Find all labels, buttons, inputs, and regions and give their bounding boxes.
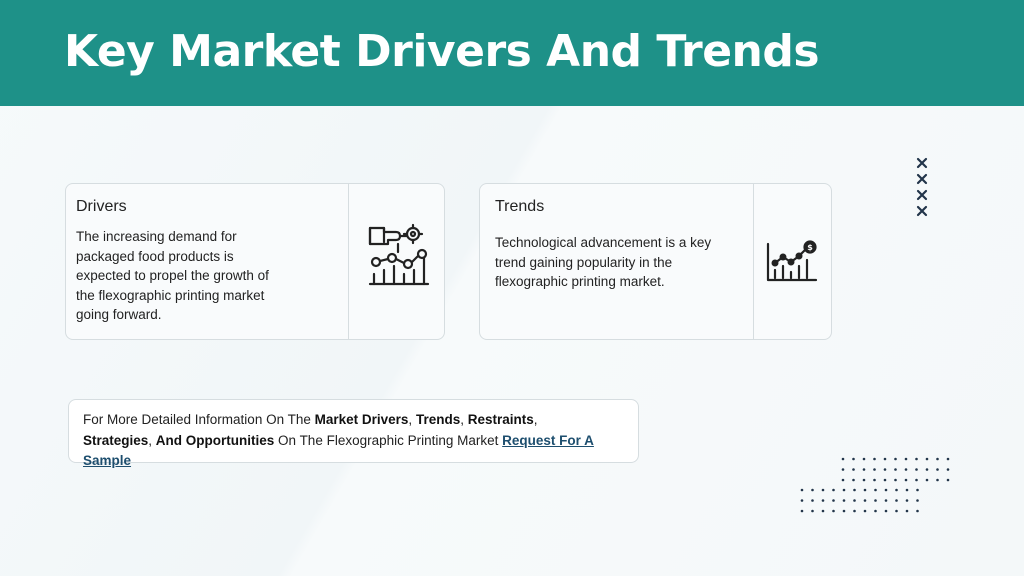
header-banner: Key Market Drivers And Trends (0, 0, 1024, 106)
info-trends: Trends (415, 412, 461, 427)
info-market-drivers: Market Drivers (314, 412, 409, 427)
svg-text:$: $ (807, 243, 813, 252)
info-sep: , (408, 412, 416, 427)
dot-grid-lower (799, 487, 921, 519)
info-opportunities: And Opportunities (155, 432, 275, 448)
info-text: For More Detailed Information On The Mar… (83, 410, 623, 472)
dot-grid-upper (840, 456, 952, 488)
info-sep: , (460, 412, 468, 427)
close-icon (916, 205, 928, 217)
info-restraints: Restraints (467, 412, 534, 427)
hand-gear-chart-icon (368, 223, 430, 286)
info-sep: , (533, 412, 538, 427)
trends-text: Technological advancement is a key trend… (495, 235, 712, 289)
info-prefix: For More Detailed Information On The (83, 412, 315, 427)
close-icon (916, 157, 928, 169)
trends-divider (753, 184, 754, 339)
info-box: For More Detailed Information On The Mar… (68, 399, 639, 468)
close-icon-column (916, 157, 928, 217)
trends-title: Trends (495, 198, 545, 215)
dollar-growth-chart-icon: $ (766, 240, 818, 282)
info-sep: , (148, 432, 156, 448)
drivers-card: Drivers The increasing demand for packag… (65, 183, 445, 340)
drivers-text: The increasing demand for packaged food … (76, 229, 269, 322)
drivers-divider (348, 184, 349, 339)
info-suffix: On The Flexographic Printing Market (274, 432, 503, 448)
close-icon (916, 189, 928, 201)
drivers-title: Drivers (76, 198, 127, 215)
page-title: Key Market Drivers And Trends (64, 26, 820, 77)
close-icon (916, 173, 928, 185)
info-strategies: Strategies (83, 432, 149, 448)
trends-card: Trends Technological advancement is a ke… (479, 183, 832, 340)
